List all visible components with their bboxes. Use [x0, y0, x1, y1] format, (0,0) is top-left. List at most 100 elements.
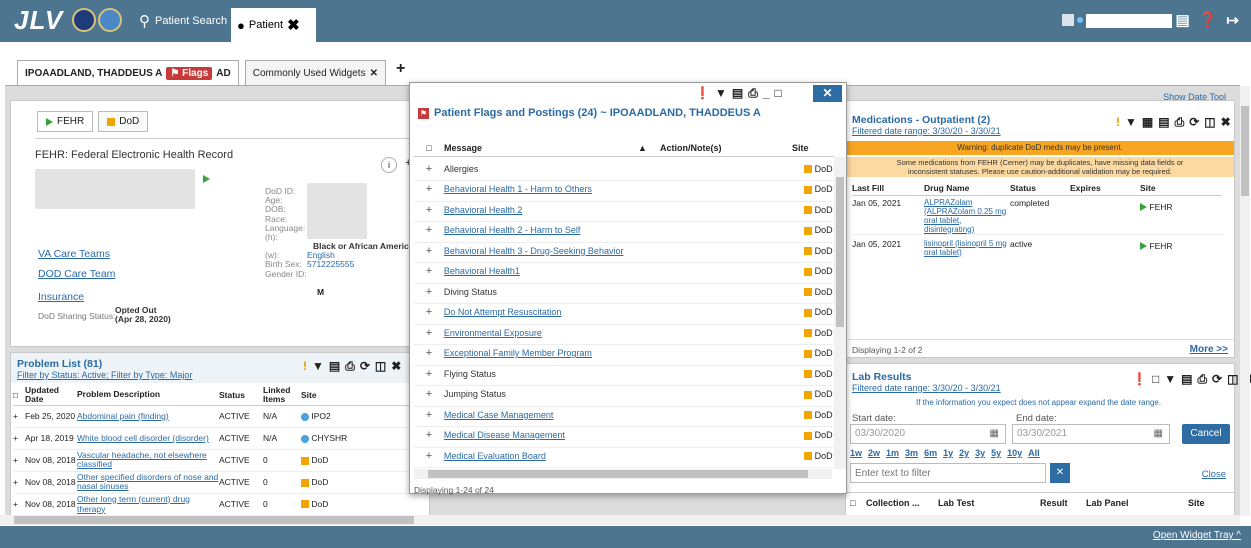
maximize-icon[interactable]: □ [774, 86, 781, 101]
columns-icon[interactable]: ◫ [1227, 372, 1238, 387]
lab-filter-input[interactable] [850, 463, 1046, 483]
print-icon[interactable]: ⎙ [345, 359, 355, 374]
expand-row-icon[interactable]: + [414, 286, 444, 298]
col-site[interactable]: Site [1188, 498, 1205, 508]
table-row[interactable]: + Nov 08, 2018 Other long term (current) d… [13, 493, 413, 514]
patient-search-button[interactable]: ⚲ Patient Search [139, 9, 227, 33]
medications-filter[interactable]: Filtered date range: 3/30/20 - 3/30/21 [852, 126, 1001, 136]
close-patient-icon[interactable]: ✖ [287, 16, 300, 34]
open-widget-tray-link[interactable]: Open Widget Tray ^ [1153, 530, 1241, 541]
range-6m[interactable]: 6m [924, 448, 937, 458]
help-icon[interactable]: ❓ [1199, 11, 1218, 29]
expand-row-icon[interactable]: + [414, 450, 444, 462]
flag-message[interactable]: Medical Case Management [444, 410, 804, 420]
clipboard-icon[interactable]: ▤ [329, 359, 340, 374]
close-icon[interactable]: ✖ [391, 359, 401, 374]
filter-icon[interactable]: ▼ [1164, 372, 1176, 387]
clipboard-icon[interactable]: ▤ [1181, 372, 1192, 387]
more-link[interactable]: More >> [1190, 344, 1228, 355]
table-row[interactable]: + Apr 18, 2019 White blood cell disorder (… [13, 427, 413, 449]
close-icon[interactable]: ✖ [1221, 115, 1231, 130]
dialog-vertical-scrollbar[interactable] [834, 157, 846, 469]
page-scrollbar[interactable] [1240, 86, 1250, 516]
col-message[interactable]: Message [444, 143, 638, 153]
refresh-icon[interactable]: ⟳ [360, 359, 370, 374]
tab-dod[interactable]: DoD [98, 111, 149, 132]
start-date-input[interactable]: 03/30/2020 ▦ [850, 424, 1006, 444]
print-icon[interactable]: ⎙ [1175, 115, 1185, 130]
table-row[interactable]: Jan 05, 2021 lisinopril (lisinopril 5 mg… [852, 234, 1222, 258]
flag-message[interactable]: Behavioral Health 3 - Drug-Seeking Behav… [444, 246, 804, 256]
warning-icon[interactable]: ! [303, 359, 307, 374]
sort-asc-icon[interactable]: ▲ [638, 143, 650, 153]
col-site[interactable]: Site [1140, 181, 1222, 195]
col-problem-description[interactable]: Problem Description [77, 385, 219, 405]
expand-row-icon[interactable]: + [414, 183, 444, 195]
columns-icon[interactable]: ◫ [375, 359, 386, 374]
range-2w[interactable]: 2w [868, 448, 880, 458]
expand-row-icon[interactable]: + [414, 429, 444, 441]
flag-message[interactable]: Behavioral Health 2 [444, 205, 804, 215]
flag-message[interactable]: Medical Disease Management [444, 430, 804, 440]
range-1m[interactable]: 1m [886, 448, 899, 458]
expand-row-icon[interactable]: + [414, 347, 444, 359]
columns-icon[interactable]: ◫ [1204, 115, 1215, 130]
expand-row-icon[interactable]: + [414, 409, 444, 421]
clipboard-icon[interactable]: ▤ [732, 86, 743, 101]
expand-row-icon[interactable]: + [414, 327, 444, 339]
col-site[interactable]: Site [301, 385, 413, 405]
tab-fehr[interactable]: FEHR [37, 111, 94, 132]
col-lab-test[interactable]: Lab Test [938, 498, 1040, 508]
calendar-icon[interactable]: ▦ [1142, 115, 1153, 130]
table-row[interactable]: + Nov 08, 2018 Other specified disorders o… [13, 471, 413, 493]
alert-icon[interactable]: ❗ [1132, 372, 1147, 387]
expand-all-icon[interactable]: □ [414, 143, 444, 153]
col-lab-panel[interactable]: Lab Panel [1086, 498, 1188, 508]
range-3m[interactable]: 3m [905, 448, 918, 458]
alert-icon[interactable]: ❗ [695, 86, 710, 101]
va-care-teams-link[interactable]: VA Care Teams [38, 248, 110, 260]
expand-row-icon[interactable]: + [414, 388, 444, 400]
notes-icon[interactable]: ▤ [1176, 11, 1190, 29]
range-10y[interactable]: 10y [1007, 448, 1022, 458]
expand-row-icon[interactable]: + [414, 204, 444, 216]
minimize-icon[interactable]: _ [763, 86, 770, 101]
range-all[interactable]: All [1028, 448, 1040, 458]
col-site[interactable]: Site [764, 143, 809, 153]
col-drug-name[interactable]: Drug Name [924, 181, 1010, 195]
flag-message[interactable]: Medical Evaluation Board [444, 451, 804, 461]
col-action-notes[interactable]: Action/Note(s) [650, 143, 764, 153]
commonly-used-widgets-tab[interactable]: Commonly Used Widgets ✕ [244, 60, 386, 85]
col-last-fill[interactable]: Last Fill [852, 181, 924, 195]
expand-row-icon[interactable]: + [414, 306, 444, 318]
problem-list-filter[interactable]: Filter by Status: Active; Filter by Type… [17, 370, 192, 380]
clear-filter-button[interactable]: ✕ [1050, 463, 1070, 483]
refresh-icon[interactable]: ⟳ [1189, 115, 1199, 130]
filter-icon[interactable]: ▼ [715, 86, 727, 101]
users-icon[interactable] [1062, 14, 1074, 26]
gear-icon[interactable]: ⚙ [1153, 11, 1166, 29]
flag-message[interactable]: Behavioral Health1 [444, 266, 804, 276]
flag-message[interactable]: Exceptional Family Member Program [444, 348, 804, 358]
info-icon[interactable]: i [381, 157, 397, 173]
select-all-icon[interactable]: □ [850, 498, 866, 508]
range-1y[interactable]: 1y [943, 448, 953, 458]
lab-results-filter[interactable]: Filtered date range: 3/30/20 - 3/30/21 [852, 383, 1001, 393]
dialog-horizontal-scrollbar[interactable] [414, 469, 832, 479]
logout-icon[interactable]: ↦ [1226, 11, 1239, 29]
range-5y[interactable]: 5y [991, 448, 1001, 458]
range-1w[interactable]: 1w [850, 448, 862, 458]
patient-name-tab[interactable]: IPOAADLAND, THADDEUS A ⚑ Flags AD [17, 60, 239, 85]
expand-row-icon[interactable]: + [414, 163, 444, 175]
col-result[interactable]: Result [1040, 498, 1086, 508]
flag-message[interactable]: Do Not Attempt Resuscitation [444, 307, 804, 317]
col-status[interactable]: Status [219, 385, 263, 405]
patient-tab[interactable]: ● Patient ✖ [231, 8, 316, 42]
flag-message[interactable]: Behavioral Health 1 - Harm to Others [444, 184, 804, 194]
expand-row-icon[interactable]: + [414, 224, 444, 236]
chart-icon[interactable]: □ [1152, 372, 1159, 387]
range-3y[interactable]: 3y [975, 448, 985, 458]
filter-icon[interactable]: ▼ [312, 359, 324, 374]
flag-message[interactable]: Environmental Exposure [444, 328, 804, 338]
expand-row-icon[interactable]: + [414, 245, 444, 257]
